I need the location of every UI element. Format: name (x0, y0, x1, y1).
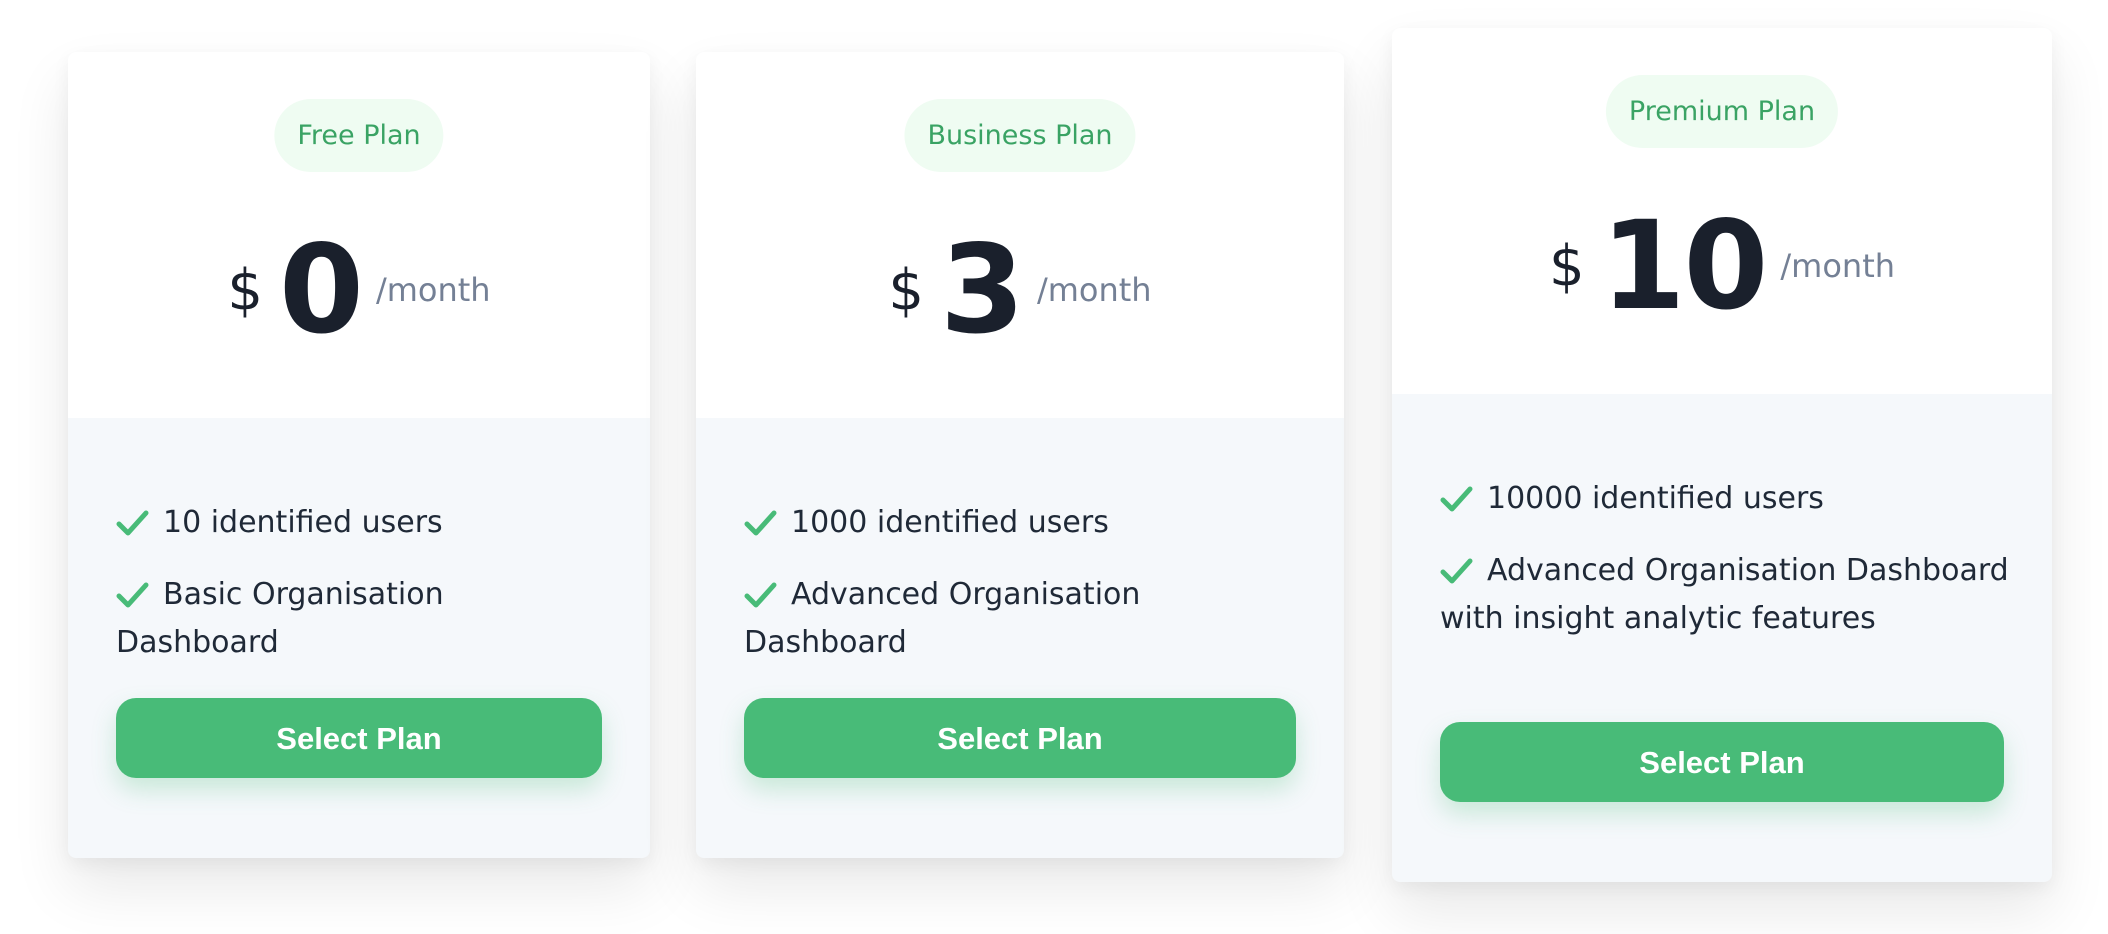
feature-list: 10000 identified users Advanced Organisa… (1440, 475, 2012, 667)
plan-price: $ 10 /month (1392, 195, 2052, 337)
select-plan-button[interactable]: Select Plan (744, 698, 1296, 778)
feature-item: Advanced Organisation Dashboard (744, 571, 1304, 667)
check-icon (1440, 558, 1473, 584)
feature-item: 10000 identified users (1440, 475, 2012, 523)
plan-price: $ 3 /month (696, 219, 1344, 361)
select-plan-button[interactable]: Select Plan (116, 698, 602, 778)
feature-item: 10 identified users (116, 499, 610, 547)
check-icon (744, 510, 777, 536)
select-plan-button[interactable]: Select Plan (1440, 722, 2004, 802)
feature-list: 1000 identified users Advanced Organisat… (744, 499, 1304, 691)
plan-badge: Premium Plan (1605, 75, 1839, 148)
card-header: Business Plan $ 3 /month (696, 52, 1344, 418)
price-amount: 3 (940, 219, 1025, 361)
feature-list: 10 identified users Basic Organisation D… (116, 499, 610, 691)
pricing-card-business: Business Plan $ 3 /month 1000 identified… (696, 52, 1344, 858)
check-icon (116, 582, 149, 608)
card-header: Premium Plan $ 10 /month (1392, 28, 2052, 394)
feature-text: 10000 identified users (1487, 481, 1824, 516)
feature-item: 1000 identified users (744, 499, 1304, 547)
plan-badge: Free Plan (274, 99, 444, 172)
pricing-card-premium: Premium Plan $ 10 /month 10000 identifie… (1392, 28, 2052, 882)
plan-badge: Business Plan (904, 99, 1136, 172)
price-currency: $ (1548, 233, 1585, 299)
price-amount: 10 (1600, 195, 1769, 337)
card-header: Free Plan $ 0 /month (68, 52, 650, 418)
feature-item: Basic Organisation Dashboard (116, 571, 610, 667)
feature-text: Advanced Organisation Dashboard with ins… (1440, 553, 2009, 636)
check-icon (116, 510, 149, 536)
price-period: /month (1036, 271, 1152, 309)
feature-text: 1000 identified users (791, 505, 1109, 540)
plan-price: $ 0 /month (68, 219, 650, 361)
price-period: /month (375, 271, 491, 309)
check-icon (744, 582, 777, 608)
pricing-section: Free Plan $ 0 /month 10 identified users… (0, 0, 2108, 934)
feature-text: Advanced Organisation Dashboard (744, 577, 1141, 660)
feature-item: Advanced Organisation Dashboard with ins… (1440, 547, 2012, 643)
feature-text: 10 identified users (163, 505, 443, 540)
feature-text: Basic Organisation Dashboard (116, 577, 444, 660)
price-currency: $ (888, 257, 925, 323)
check-icon (1440, 486, 1473, 512)
price-currency: $ (227, 257, 264, 323)
pricing-card-free: Free Plan $ 0 /month 10 identified users… (68, 52, 650, 858)
price-period: /month (1780, 247, 1896, 285)
price-amount: 0 (279, 219, 364, 361)
